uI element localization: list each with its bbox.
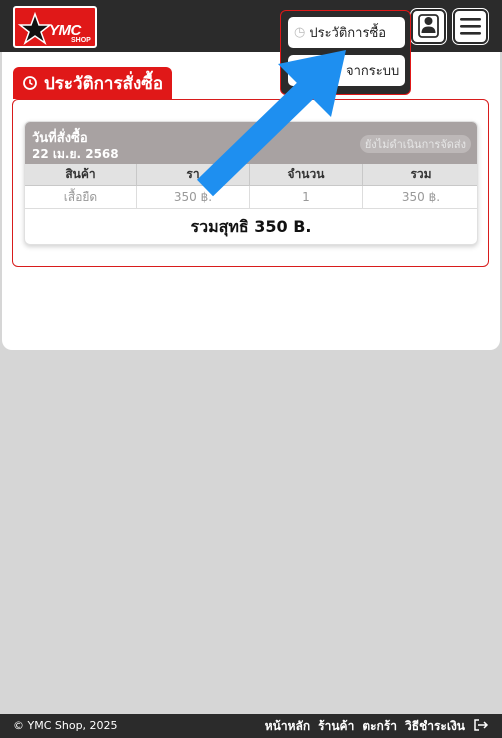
status-badge: ยังไม่ดำเนินการจัดส่ง [359, 135, 471, 153]
exit-icon[interactable] [473, 718, 489, 735]
column-header-total: รวม [363, 164, 477, 186]
history-icon [22, 75, 38, 91]
table-cell-product: เสื้อยืด [25, 186, 137, 209]
footer-link-cart[interactable]: ตะกร้า [362, 717, 397, 736]
column-header-price: รา [137, 164, 250, 186]
hamburger-menu-button[interactable] [453, 9, 488, 44]
footer-link-payment[interactable]: วิธีชำระเงิน [405, 717, 465, 736]
order-card: วันที่สั่งซื้อ 22 เม.ย. 2568 ยังไม่ดำเนิ… [24, 121, 478, 245]
copyright-text: © YMC Shop, 2025 [13, 719, 118, 732]
footer-link-home[interactable]: หน้าหลัก [265, 717, 310, 736]
menu-item-label: ประวัติการซื้อ [309, 26, 387, 41]
order-card-header: วันที่สั่งซื้อ 22 เม.ย. 2568 ยังไม่ดำเนิ… [25, 122, 477, 164]
column-header-quantity: จำนวน [250, 164, 363, 186]
account-dropdown-menu: ◷ ประวัติการซื้อ จากระบบ [280, 10, 411, 95]
menu-item-label: จากระบบ [346, 64, 400, 79]
order-date: 22 เม.ย. 2568 [32, 147, 119, 161]
ymc-shop-logo[interactable]: YMC SHOP [13, 6, 97, 48]
order-grand-total: รวมสุทธิ 350 B. [190, 217, 312, 236]
menu-item-order-history[interactable]: ◷ ประวัติการซื้อ [288, 17, 405, 48]
footer-link-shop[interactable]: ร้านค้า [318, 717, 354, 736]
logo-subtext: SHOP [71, 37, 91, 44]
section-title: ประวัติการสั่งซื้อ [13, 67, 173, 99]
column-header-product: สินค้า [25, 164, 137, 186]
menu-icon [460, 18, 481, 35]
table-cell-quantity: 1 [250, 186, 363, 209]
footer-links: หน้าหลัก ร้านค้า ตะกร้า วิธีชำระเงิน [265, 717, 489, 736]
menu-item-logout[interactable]: จากระบบ [288, 55, 405, 86]
user-icon [418, 14, 439, 38]
footer: © YMC Shop, 2025 หน้าหลัก ร้านค้า ตะกร้า… [0, 714, 502, 738]
top-navbar: YMC SHOP [0, 0, 502, 52]
table-cell-price: 350 ฿. [137, 186, 250, 209]
user-button[interactable] [411, 9, 446, 44]
table-cell-total: 350 ฿. [363, 186, 477, 209]
history-icon: ◷ [294, 25, 306, 40]
section-title-text: ประวัติการสั่งซื้อ [44, 73, 164, 94]
